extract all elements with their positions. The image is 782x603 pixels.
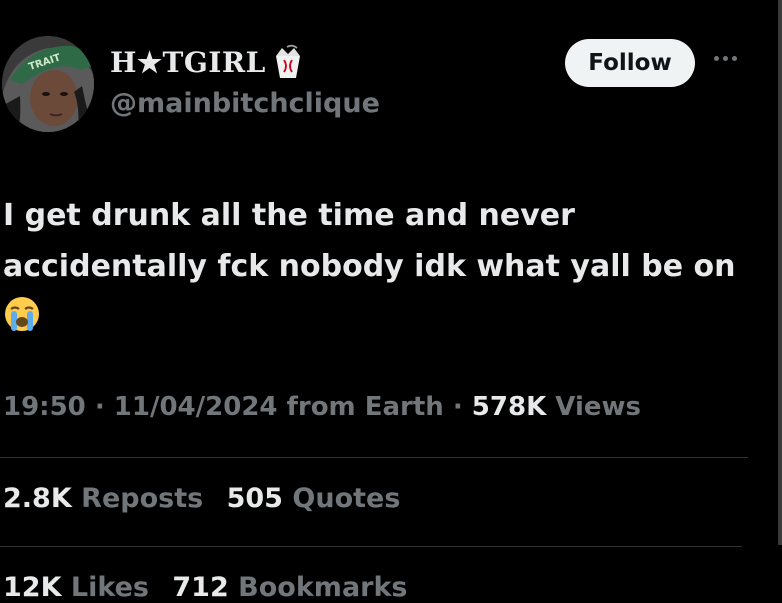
follow-button[interactable]: Follow bbox=[565, 39, 695, 87]
tweet-date[interactable]: 11/04/2024 bbox=[114, 392, 278, 422]
tweet-metadata: 19:50 · 11/04/2024 from Earth · 578K Vie… bbox=[3, 392, 641, 422]
display-name-text: H★TGIRL bbox=[110, 45, 266, 79]
reposts-stat[interactable]: 2.8K Reposts bbox=[3, 483, 203, 514]
loudly-crying-face-icon bbox=[5, 297, 39, 331]
bookmarks-stat[interactable]: 712 Bookmarks bbox=[172, 572, 407, 603]
tweet-text: I get drunk all the time and never accid… bbox=[3, 198, 736, 284]
more-options-icon[interactable] bbox=[714, 56, 744, 70]
views-label: Views bbox=[555, 392, 641, 422]
avatar-image: TRAIT bbox=[2, 36, 94, 132]
divider bbox=[0, 546, 742, 547]
likes-stat[interactable]: 12K Likes bbox=[3, 572, 149, 603]
display-name[interactable]: H★TGIRL bbox=[110, 44, 306, 80]
scrollbar[interactable] bbox=[778, 0, 782, 545]
takeout-box-icon bbox=[275, 44, 300, 78]
separator: · bbox=[452, 392, 463, 422]
tweet-body: I get drunk all the time and never accid… bbox=[3, 190, 773, 343]
engagement-row: 2.8K Reposts 505 Quotes bbox=[3, 483, 414, 514]
separator: · bbox=[94, 392, 105, 422]
divider bbox=[0, 457, 748, 458]
quotes-stat[interactable]: 505 Quotes bbox=[227, 483, 401, 514]
tweet-time[interactable]: 19:50 bbox=[3, 392, 86, 422]
engagement-row: 12K Likes 712 Bookmarks bbox=[3, 572, 422, 603]
avatar[interactable]: TRAIT bbox=[2, 36, 94, 132]
tweet-source: from Earth bbox=[286, 392, 444, 422]
views-count: 578K bbox=[471, 392, 547, 422]
user-handle[interactable]: @mainbitchclique bbox=[110, 88, 380, 119]
